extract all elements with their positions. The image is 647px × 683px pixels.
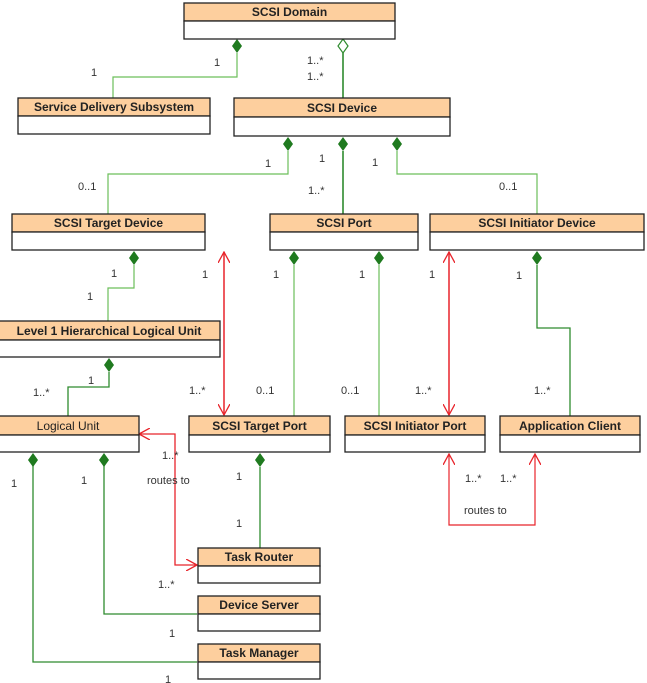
class-title: SCSI Target Port <box>212 419 306 433</box>
multiplicity: 1..* <box>415 385 432 397</box>
composition-device-target <box>107 151 289 214</box>
multiplicity: 1..* <box>307 55 324 67</box>
multiplicity: 1 <box>165 674 171 683</box>
composition-diamond-icon <box>28 453 38 467</box>
class-title: Device Server <box>219 598 299 612</box>
composition-diamond-icon <box>129 251 139 265</box>
multiplicity: 0..1 <box>256 385 274 397</box>
class-scsi-domain[interactable]: SCSI Domain <box>183 2 396 40</box>
multiplicity: 1 <box>11 478 17 490</box>
composition-diamond-icon <box>338 137 348 151</box>
class-device-server[interactable]: Device Server <box>197 595 321 632</box>
class-scsi-target-device[interactable]: SCSI Target Device <box>11 213 206 251</box>
class-level1-hierarchical-logical-unit[interactable]: Level 1 Hierarchical Logical Unit <box>0 320 221 358</box>
association-label-routes-to: routes to <box>464 505 507 517</box>
multiplicity: 1..* <box>158 579 175 591</box>
class-scsi-device[interactable]: SCSI Device <box>233 97 451 137</box>
class-title: Task Manager <box>219 646 298 660</box>
class-scsi-port[interactable]: SCSI Port <box>269 213 419 251</box>
composition-diamond-icon <box>374 251 384 265</box>
class-logical-unit[interactable]: Logical Unit <box>0 415 140 453</box>
multiplicity: 1 <box>319 153 325 165</box>
class-title: Application Client <box>519 419 621 433</box>
multiplicity: 1..* <box>33 387 50 399</box>
multiplicity: 1 <box>111 268 117 280</box>
class-task-manager[interactable]: Task Manager <box>197 643 321 680</box>
multiplicity: 0..1 <box>78 181 96 193</box>
class-application-client[interactable]: Application Client <box>499 415 641 453</box>
multiplicity: 1 <box>516 270 522 282</box>
multiplicity: 1 <box>169 628 175 640</box>
multiplicity: 1 <box>359 269 365 281</box>
multiplicity: 1 <box>273 269 279 281</box>
class-title: Task Router <box>225 550 294 564</box>
multiplicity: 1 <box>214 57 220 69</box>
class-scsi-target-port[interactable]: SCSI Target Port <box>188 415 331 453</box>
composition-diamond-icon <box>99 453 109 467</box>
multiplicity: 1 <box>236 518 242 530</box>
multiplicity: 1 <box>88 375 94 387</box>
class-title: SCSI Initiator Device <box>478 216 596 230</box>
composition-diamond-icon <box>255 453 265 467</box>
class-title: SCSI Initiator Port <box>364 419 467 433</box>
class-title: Service Delivery Subsystem <box>34 100 194 114</box>
multiplicity: 1..* <box>162 450 179 462</box>
class-scsi-initiator-device[interactable]: SCSI Initiator Device <box>429 213 645 251</box>
class-service-delivery-subsystem[interactable]: Service Delivery Subsystem <box>17 97 211 135</box>
aggregation-diamond-icon <box>337 37 349 55</box>
association-label-routes-to: routes to <box>147 475 190 487</box>
composition-diamond-icon <box>289 251 299 265</box>
multiplicity: 1 <box>81 475 87 487</box>
class-title: SCSI Device <box>307 101 377 115</box>
multiplicity: 1..* <box>500 473 517 485</box>
composition-diamond-icon <box>392 137 402 151</box>
composition-diamond-icon <box>532 251 542 265</box>
class-title: SCSI Target Device <box>54 216 163 230</box>
multiplicity: 1 <box>265 158 271 170</box>
multiplicity: 1..* <box>534 385 551 397</box>
class-scsi-initiator-port[interactable]: SCSI Initiator Port <box>344 415 486 453</box>
class-title: Level 1 Hierarchical Logical Unit <box>17 324 202 338</box>
multiplicity: 1..* <box>307 71 324 83</box>
multiplicity: 1 <box>202 269 208 281</box>
multiplicity: 0..1 <box>499 181 517 193</box>
multiplicity: 0..1 <box>341 385 359 397</box>
multiplicity: 1 <box>372 157 378 169</box>
multiplicity: 1..* <box>465 473 482 485</box>
class-title: SCSI Domain <box>252 5 327 19</box>
composition-diamond-icon <box>232 39 242 53</box>
multiplicity: 1..* <box>308 185 325 197</box>
uml-class-diagram: SCSI Domain Service Delivery Subsystem S… <box>0 2 645 683</box>
multiplicity: 1 <box>87 291 93 303</box>
multiplicity: 1..* <box>189 385 206 397</box>
multiplicity: 1 <box>236 471 242 483</box>
composition-diamond-icon <box>104 358 114 372</box>
composition-diamond-icon <box>283 137 293 151</box>
class-title: Logical Unit <box>37 419 100 433</box>
class-task-router[interactable]: Task Router <box>197 547 321 584</box>
multiplicity: 1 <box>91 67 97 79</box>
multiplicity-labels: 1 1 1..* 1..* 1 0..1 1 1..* 1 0..1 1 1 1… <box>11 55 551 683</box>
class-title: SCSI Port <box>316 216 371 230</box>
multiplicity: 1 <box>429 269 435 281</box>
